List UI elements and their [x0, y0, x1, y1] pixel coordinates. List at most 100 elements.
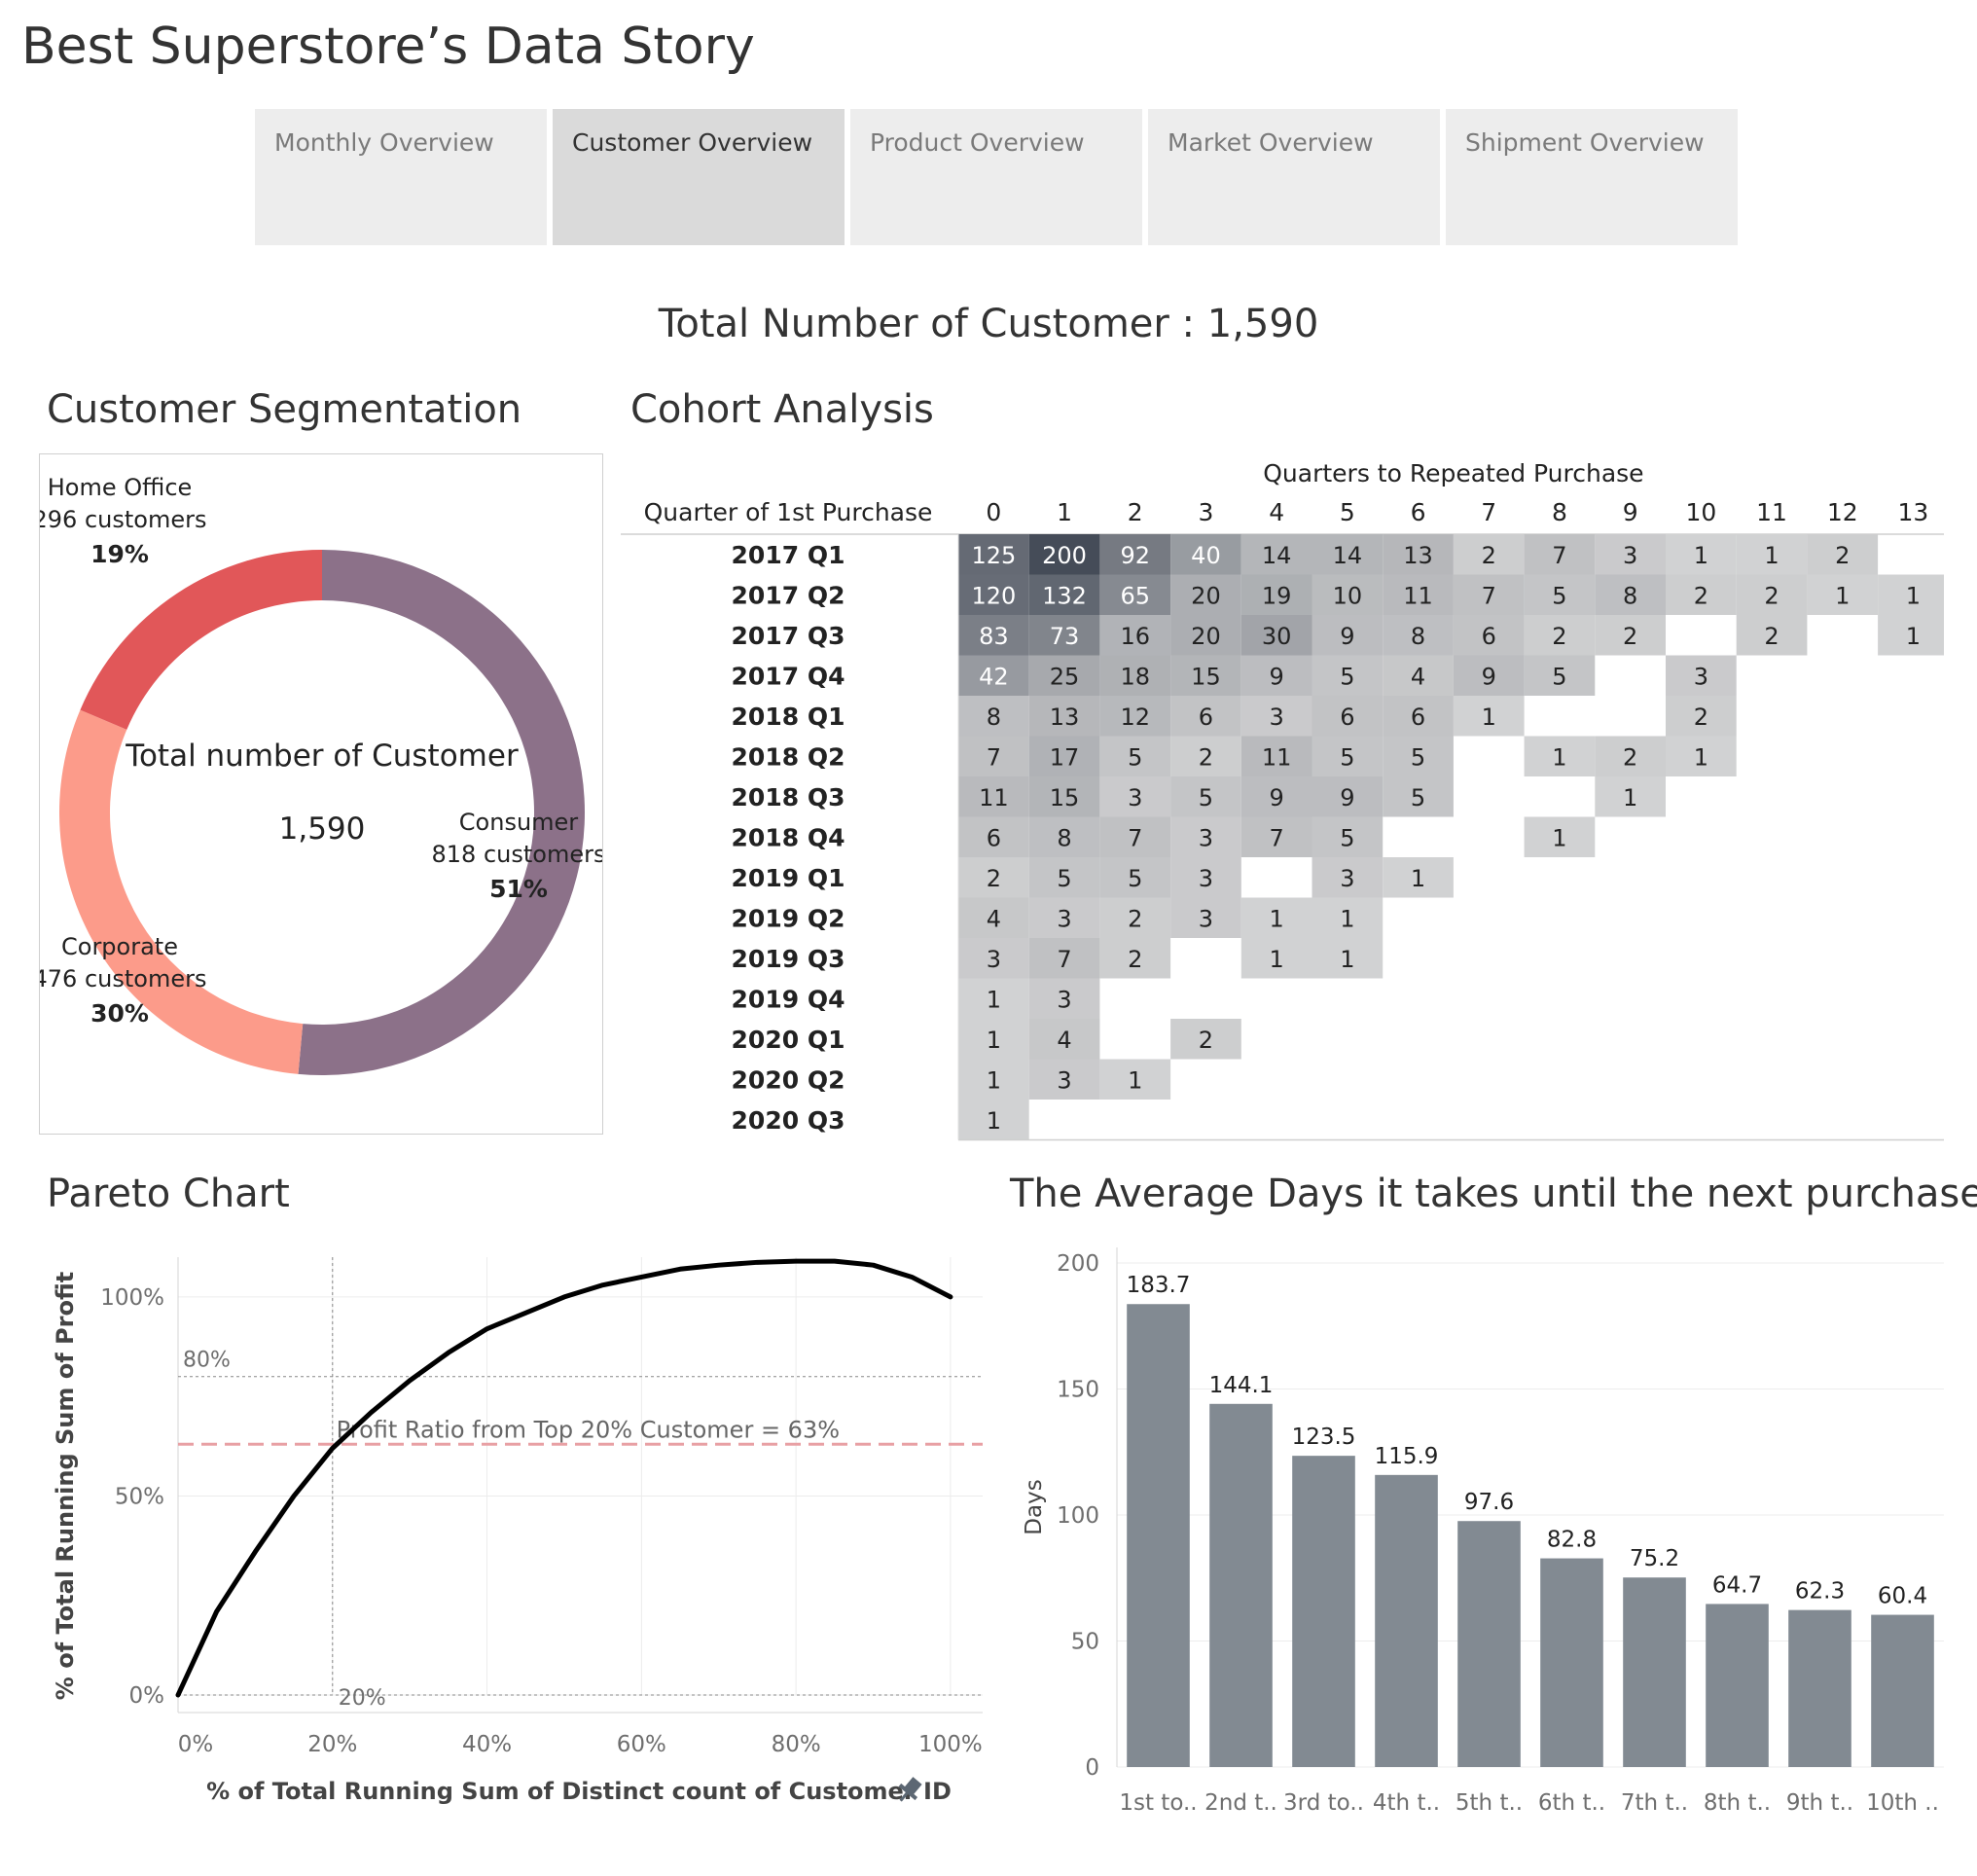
cohort-cell-value: 6: [1340, 704, 1354, 731]
pareto-x-tick: 100%: [918, 1732, 983, 1757]
pareto-y-title: % of Total Running Sum of Profit: [52, 1272, 79, 1700]
cohort-cell-value: 2: [1199, 1027, 1213, 1054]
cohort-cell-value: 19: [1262, 582, 1292, 609]
cohort-cell-value: 1: [1552, 743, 1566, 771]
pareto-x-tick: 80%: [772, 1732, 821, 1757]
cohort-cell-value: 7: [1482, 582, 1496, 609]
bar-category-label: 9th t..: [1786, 1790, 1853, 1816]
cohort-cell-value: 1: [1906, 623, 1921, 650]
cohort-cell-value: 30: [1262, 623, 1292, 650]
bar-category-label: 10th ..: [1866, 1790, 1939, 1816]
tab-market-overview[interactable]: Market Overview: [1148, 109, 1440, 245]
cohort-cell-value: 3: [987, 946, 1001, 973]
cohort-cell-value: 9: [1270, 784, 1284, 812]
pareto-ref-20-label: 20%: [339, 1686, 386, 1711]
cohort-col-label: 8: [1552, 498, 1567, 526]
tab-customer-overview[interactable]: Customer Overview: [553, 109, 845, 245]
bar-y-tick: 150: [1057, 1378, 1099, 1403]
bar-y-tick: 0: [1085, 1755, 1099, 1781]
cohort-col-label: 9: [1623, 498, 1638, 526]
cohort-col-label: 12: [1827, 498, 1858, 526]
cohort-col-label: 5: [1340, 498, 1355, 526]
cohort-cell-value: 8: [1623, 582, 1637, 609]
cohort-cell-value: 9: [1340, 623, 1354, 650]
cohort-cell-value: 13: [1050, 704, 1080, 731]
cohort-cell-value: 11: [1403, 582, 1433, 609]
app-title: Best Superstore’s Data Story: [21, 18, 755, 76]
cohort-cell-value: 5: [1199, 784, 1213, 812]
cohort-cell-value: 6: [987, 824, 1001, 851]
cohort-cell-value: 16: [1120, 623, 1150, 650]
cohort-cell-value: 5: [1340, 743, 1354, 771]
bar: [1540, 1558, 1603, 1767]
pareto-panel: 0% 20% 40% 60% 80% 100% 0% 50% 100% 80% 20% Profit …: [39, 1228, 1002, 1831]
tab-shipment-overview[interactable]: Shipment Overview: [1446, 109, 1738, 245]
total-customers-label: Total Number of Customer :: [658, 302, 1207, 346]
cohort-cell-value: 3: [1623, 542, 1637, 569]
cohort-cell-value: 65: [1120, 582, 1150, 609]
pareto-title: Pareto Chart: [47, 1172, 290, 1216]
pareto-y-tick: 0%: [129, 1683, 165, 1709]
cohort-cell-value: 9: [1270, 663, 1284, 690]
cohort-cell-value: 3: [1199, 905, 1213, 932]
cohort-cell-value: 10: [1333, 582, 1363, 609]
cohort-cell-value: 83: [979, 623, 1009, 650]
tab-monthly-overview[interactable]: Monthly Overview: [255, 109, 547, 245]
bar-value-label: 115.9: [1375, 1444, 1439, 1469]
cohort-cell-value: 42: [979, 663, 1009, 690]
cohort-cell-value: 20: [1191, 623, 1221, 650]
bar: [1706, 1604, 1769, 1767]
cohort-row-label: 2019 Q4: [732, 985, 845, 1013]
cohort-cell-value: 7: [1128, 824, 1142, 851]
cohort-cell-value: 11: [1262, 743, 1292, 771]
cohort-cell-value: 9: [1482, 663, 1496, 690]
cohort-cell-value: 1: [1482, 704, 1496, 731]
donut-chart: Total number of Customer 1,590 Consumer 818…: [33, 474, 605, 1075]
bar-category-label: 8th t..: [1704, 1790, 1771, 1816]
cohort-cell-value: 1: [1340, 946, 1354, 973]
cohort-cell-value: 13: [1403, 542, 1433, 569]
cohort-cell-value: 6: [1411, 704, 1425, 731]
cohort-cell-value: 2: [1764, 623, 1779, 650]
bar-y-title: Days: [1022, 1479, 1047, 1534]
bar-value-label: 75.2: [1630, 1546, 1679, 1571]
cohort-cell-value: 8: [987, 704, 1001, 731]
cohort-cell-value: 132: [1042, 582, 1087, 609]
pareto-chart: 0% 20% 40% 60% 80% 100% 0% 50% 100% 80% 20% Profit …: [52, 1257, 983, 1805]
pareto-ref-80-label: 80%: [183, 1349, 231, 1373]
cohort-cell-value: 4: [1411, 663, 1425, 690]
cohort-cell-value: 1: [987, 1066, 1001, 1094]
tab-product-overview[interactable]: Product Overview: [850, 109, 1142, 245]
cohort-col-label: 4: [1269, 498, 1284, 526]
cohort-cell-value: 73: [1050, 623, 1080, 650]
cohort-cell-value: 1: [1764, 542, 1779, 569]
cohort-cell-value: 15: [1050, 784, 1080, 812]
cohort-cell-value: 7: [1552, 542, 1566, 569]
pareto-x-title: % of Total Running Sum of Distinct count…: [206, 1778, 952, 1805]
cohort-cell-value: 5: [1340, 824, 1354, 851]
bar: [1375, 1474, 1438, 1767]
cohort-row-label: 2019 Q1: [732, 864, 845, 892]
bar-category-label: 3rd to..: [1283, 1790, 1364, 1816]
cohort-title: Cohort Analysis: [630, 387, 934, 432]
cohort-cell-value: 17: [1050, 743, 1080, 771]
cohort-cell-value: 2: [987, 865, 1001, 892]
cohort-panel: Quarters to Repeated Purchase Quarter of …: [621, 452, 1949, 1143]
cohort-cell-value: 1: [1694, 743, 1708, 771]
cohort-cell-value: 2: [1623, 743, 1637, 771]
cohort-col-label: 6: [1411, 498, 1426, 526]
cohort-col-label: 7: [1481, 498, 1496, 526]
cohort-col-label: 0: [986, 498, 1001, 526]
pareto-y-tick: 50%: [115, 1484, 164, 1509]
cohort-cell-value: 1: [1552, 824, 1566, 851]
donut-label-consumer-name: Consumer: [459, 809, 579, 836]
cohort-row-label: 2017 Q3: [732, 622, 845, 650]
cohort-cell-value: 1: [1270, 905, 1284, 932]
cohort-cell-value: 3: [1057, 1066, 1071, 1094]
bar-value-label: 97.6: [1464, 1490, 1514, 1515]
cohort-cell-value: 1: [1694, 542, 1708, 569]
cohort-cell-value: 15: [1191, 663, 1221, 690]
cohort-cell-value: 12: [1120, 704, 1150, 731]
cohort-cell-value: 1: [1835, 582, 1850, 609]
segmentation-title: Customer Segmentation: [47, 387, 522, 432]
